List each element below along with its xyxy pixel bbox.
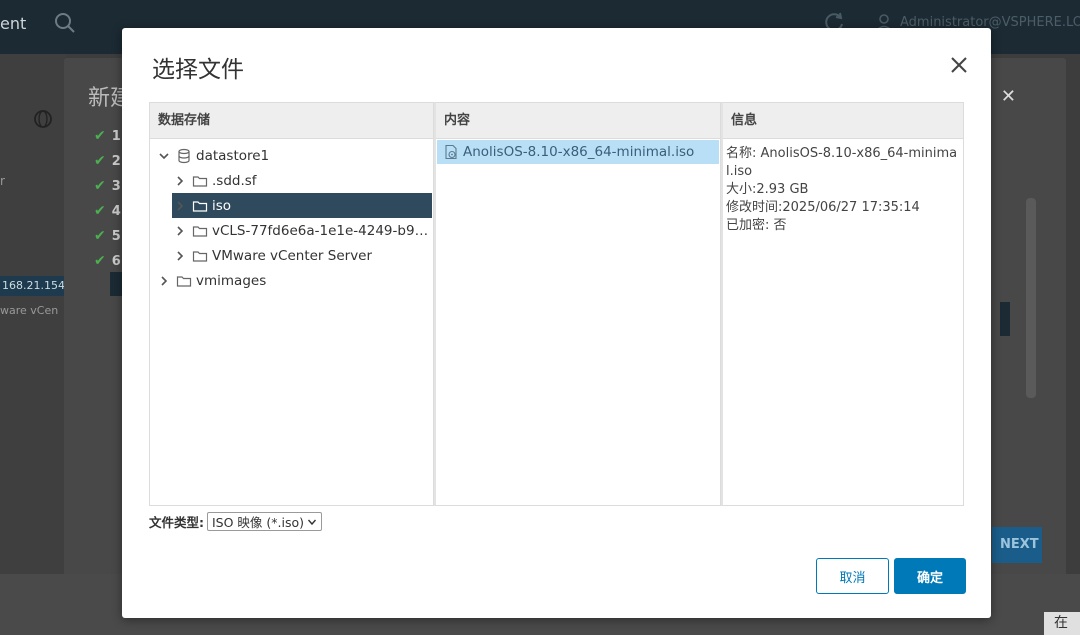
tree-header: 数据存储 [150, 103, 433, 139]
tree-item-vcls[interactable]: vCLS-77fd6e6a-1e1e-4249-b92f-f... [172, 218, 430, 243]
wizard-close-icon[interactable]: ✕ [1001, 86, 1016, 107]
datastore-tree-pane: 数据存储 datastore1 .sdd.sf iso vCLS-77fd6e6… [149, 102, 434, 506]
selected-row-marker [1000, 302, 1010, 336]
dialog-title: 选择文件 [152, 57, 244, 83]
file-type-label: 文件类型: [149, 515, 204, 530]
file-item[interactable]: AnolisOS-8.10-x86_64-minimal.iso [437, 140, 719, 164]
chevron-down-icon[interactable] [156, 148, 172, 164]
inventory-panel: r 168.21.154 ware vCen 警报 [0, 54, 66, 635]
folder-icon [192, 173, 208, 189]
tree-item-label: vmimages [196, 272, 267, 289]
disc-file-icon [443, 144, 459, 160]
file-type-row: 文件类型: ISO 映像 (*.iso) [149, 512, 323, 531]
folder-icon [176, 273, 192, 289]
tree-item-datastore1[interactable]: datastore1 [156, 143, 426, 168]
info-header: 信息 [723, 103, 963, 139]
scrollbar[interactable] [1026, 198, 1036, 398]
info-pane: 信息 名称: AnolisOS-8.10-x86_64-minimal.iso … [721, 102, 964, 506]
folder-icon [192, 248, 208, 264]
tree-item-vmimages[interactable]: vmimages [156, 268, 426, 293]
info-size: 大小:2.93 GB [726, 182, 809, 197]
search-icon[interactable] [54, 12, 76, 34]
next-button[interactable]: NEXT [992, 527, 1042, 563]
host-item[interactable]: 168.21.154 [0, 276, 64, 296]
tree-item-label: VMware vCenter Server [212, 247, 373, 264]
info-modified: 修改时间:2025/06/27 17:35:14 [726, 200, 920, 215]
info-name: 名称: AnolisOS-8.10-x86_64-minimal.iso [726, 146, 958, 179]
chevron-right-icon[interactable] [172, 248, 188, 264]
tree-item-iso[interactable]: iso [172, 193, 432, 218]
bottom-fragment: 在 [1044, 612, 1080, 635]
cancel-button[interactable]: 取消 [816, 558, 889, 594]
chevron-down-icon [308, 519, 317, 525]
content-header: 内容 [436, 103, 720, 139]
vcenter-item[interactable]: ware vCen [0, 304, 58, 317]
wizard-steps: ✔ 1 ✔ 2 ✔ 3 ✔ 4 ✔ 5 ✔ 6 [94, 128, 121, 278]
folder-icon [192, 198, 208, 214]
wizard-step[interactable]: ✔ 1 [94, 128, 121, 153]
chevron-right-icon[interactable] [172, 198, 188, 214]
file-name: AnolisOS-8.10-x86_64-minimal.iso [463, 144, 695, 160]
file-info: 名称: AnolisOS-8.10-x86_64-minimal.iso 大小:… [723, 139, 963, 235]
wizard-step[interactable]: ✔ 3 [94, 178, 121, 203]
tree-item-label: iso [212, 197, 232, 214]
database-icon [176, 148, 192, 164]
info-encrypted: 已加密: 否 [726, 218, 787, 233]
tree-item-sdd[interactable]: .sdd.sf [172, 168, 430, 193]
tree-item-label: datastore1 [196, 147, 270, 164]
content-pane: 内容 AnolisOS-8.10-x86_64-minimal.iso [434, 102, 721, 506]
file-type-select[interactable]: ISO 映像 (*.iso) [207, 512, 323, 531]
inventory-fragment: r [0, 174, 5, 188]
file-type-value: ISO 映像 (*.iso) [212, 515, 305, 530]
current-step-marker [110, 272, 122, 296]
app-title-fragment: ent [0, 14, 27, 33]
chevron-right-icon[interactable] [172, 173, 188, 189]
tree-item-vmware-vcenter[interactable]: VMware vCenter Server [172, 243, 430, 268]
ok-button[interactable]: 确定 [894, 558, 966, 594]
close-icon[interactable] [947, 53, 971, 77]
chevron-right-icon[interactable] [172, 223, 188, 239]
tree-item-label: .sdd.sf [212, 172, 257, 189]
wizard-step[interactable]: ✔ 5 [94, 228, 121, 253]
tree-item-label: vCLS-77fd6e6a-1e1e-4249-b92f-f... [212, 222, 430, 239]
select-file-dialog: 选择文件 数据存储 datastore1 .sdd.sf iso vCLS-77… [122, 28, 991, 618]
wizard-step[interactable]: ✔ 2 [94, 153, 121, 178]
folder-icon [192, 223, 208, 239]
wizard-step[interactable]: ✔ 4 [94, 203, 121, 228]
chevron-right-icon[interactable] [156, 273, 172, 289]
globe-icon [34, 110, 52, 128]
